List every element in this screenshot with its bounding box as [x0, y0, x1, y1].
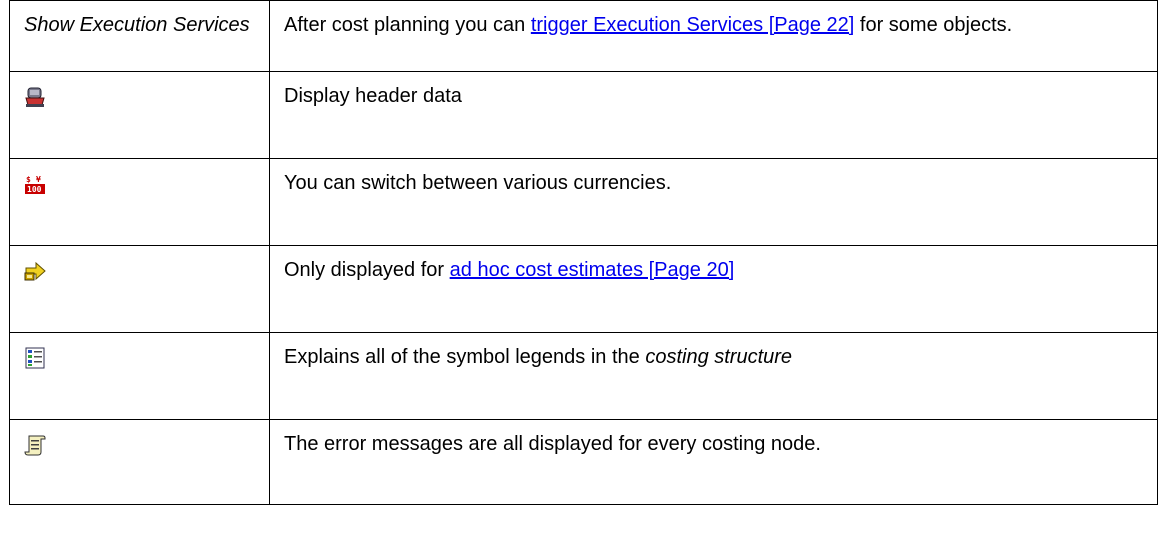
description-cell: Only displayed for ad hoc cost estimates… [269, 245, 1158, 333]
currency-icon: $ ¥ 100 [24, 173, 46, 195]
svg-text:100: 100 [27, 185, 42, 194]
description-text-part: for some objects. [854, 14, 1013, 36]
description-cell: After cost planning you can trigger Exec… [269, 0, 1158, 72]
icon-cell: $ ¥ 100 [9, 158, 270, 246]
function-table: Show Execution Services After cost plann… [9, 0, 1158, 505]
description-text: After cost planning you can trigger Exec… [270, 1, 1157, 38]
description-text-part: After cost planning you can [284, 14, 531, 36]
table-row: $ ¥ 100 You can switch between various c… [9, 158, 1158, 246]
costing-structure-term: costing structure [645, 346, 793, 368]
icon-cell [9, 245, 270, 333]
description-cell: The error messages are all displayed for… [269, 419, 1158, 505]
description-text: Display header data [284, 85, 462, 107]
icon-cell [9, 419, 270, 505]
description-cell: Display header data [269, 71, 1158, 159]
svg-text:$: $ [26, 175, 31, 184]
label-cell: Show Execution Services [9, 0, 270, 72]
description-text-part: Only displayed for [284, 259, 450, 281]
description-text: The error messages are all displayed for… [284, 433, 821, 455]
description-text: Explains all of the symbol legends in th… [270, 333, 1157, 370]
ad-hoc-estimate-icon [24, 260, 46, 282]
description-text-part: Explains all of the symbol legends in th… [284, 346, 646, 368]
icon-cell [9, 71, 270, 159]
table-row: Explains all of the symbol legends in th… [9, 332, 1158, 420]
table-row: The error messages are all displayed for… [9, 419, 1158, 505]
description-text: You can switch between various currencie… [284, 172, 672, 194]
svg-text:¥: ¥ [36, 175, 41, 184]
table-row: Display header data [9, 71, 1158, 159]
function-label: Show Execution Services [24, 14, 250, 36]
message-log-icon [24, 434, 46, 456]
description-cell: You can switch between various currencie… [269, 158, 1158, 246]
header-data-icon [24, 86, 46, 108]
legend-icon [24, 347, 46, 369]
table-row: Show Execution Services After cost plann… [9, 0, 1158, 72]
icon-cell [9, 332, 270, 420]
table-row: Only displayed for ad hoc cost estimates… [9, 245, 1158, 333]
description-cell: Explains all of the symbol legends in th… [269, 332, 1158, 420]
description-text: Only displayed for ad hoc cost estimates… [270, 246, 1157, 283]
ad-hoc-cost-estimates-link[interactable]: ad hoc cost estimates [Page 20] [450, 259, 735, 281]
trigger-execution-services-link[interactable]: trigger Execution Services [Page 22] [531, 14, 855, 36]
